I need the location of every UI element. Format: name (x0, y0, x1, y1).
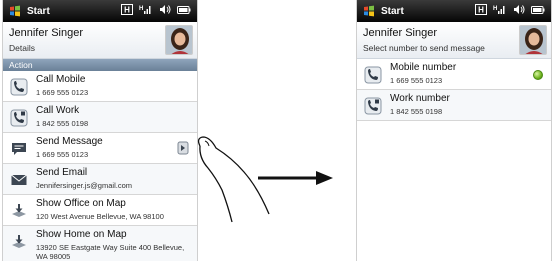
svg-text:H: H (124, 6, 130, 15)
email-icon (10, 171, 28, 189)
details-screen: Start H H Jennifer Singer Details Action (2, 0, 198, 261)
signal-strength-icon: H (493, 4, 507, 18)
item-detail: 13920 SE Eastgate Way Suite 400 Bellevue… (36, 243, 185, 261)
item-detail: 1 669 555 0123 (390, 76, 443, 85)
hsdpa-icon: H (121, 4, 133, 18)
message-icon (10, 140, 28, 158)
send-message-item[interactable]: Send Message 1 669 555 0123 (3, 133, 197, 164)
phone-icon (10, 78, 28, 96)
transition-arrow-icon (258, 171, 333, 185)
start-title[interactable]: Start (381, 6, 475, 17)
battery-icon (177, 5, 191, 18)
volume-icon (159, 4, 171, 18)
contact-name: Jennifer Singer (9, 27, 83, 39)
windows-start-icon[interactable] (363, 5, 375, 17)
avatar (165, 25, 193, 55)
send-email-item[interactable]: Send Email Jennifersinger.js@gmail.com (3, 164, 197, 195)
item-detail: 1 669 555 0123 (36, 88, 89, 97)
hsdpa-icon: H (475, 4, 487, 18)
selected-indicator-icon (533, 70, 543, 80)
call-mobile-item[interactable]: Call Mobile 1 669 555 0123 (3, 71, 197, 102)
svg-text:H: H (478, 6, 484, 15)
battery-icon (531, 5, 545, 18)
item-label: Work number (390, 93, 450, 104)
mobile-phone-icon (364, 66, 382, 84)
top-status-bar: Start H H (3, 0, 197, 22)
avatar (519, 25, 547, 55)
volume-icon (513, 4, 525, 18)
call-work-item[interactable]: Call Work 1 842 555 0198 (3, 102, 197, 133)
show-office-on-map-item[interactable]: Show Office on Map 120 West Avenue Belle… (3, 195, 197, 226)
item-detail: 1 842 555 0198 (390, 107, 443, 116)
contact-header: Jennifer Singer Details (3, 22, 197, 59)
header-subtitle: Select number to send message (363, 43, 485, 53)
header-subtitle: Details (9, 43, 35, 53)
windows-start-icon[interactable] (9, 5, 21, 17)
item-detail: 1 842 555 0198 (36, 119, 89, 128)
phone-work-icon (10, 109, 28, 127)
mobile-number-item[interactable]: Mobile number 1 669 555 0123 (357, 59, 551, 90)
contact-name: Jennifer Singer (363, 27, 437, 39)
map-icon (10, 202, 28, 220)
select-number-screen: Start H H Jennifer Singer Select number … (356, 0, 552, 261)
item-label: Call Work (36, 105, 80, 116)
item-label: Call Mobile (36, 74, 86, 85)
map-icon (10, 233, 28, 251)
item-label: Mobile number (390, 62, 457, 73)
svg-text:H: H (493, 6, 497, 12)
signal-strength-icon: H (139, 4, 153, 18)
action-section-header: Action (3, 59, 197, 71)
work-phone-icon (364, 97, 382, 115)
work-number-item[interactable]: Work number 1 842 555 0198 (357, 90, 551, 121)
top-status-bar: Start H H (357, 0, 551, 22)
start-title[interactable]: Start (27, 6, 121, 17)
svg-text:H: H (139, 6, 143, 12)
contact-header: Jennifer Singer Select number to send me… (357, 22, 551, 59)
show-home-on-map-item[interactable]: Show Home on Map 13920 SE Eastgate Way S… (3, 226, 197, 261)
